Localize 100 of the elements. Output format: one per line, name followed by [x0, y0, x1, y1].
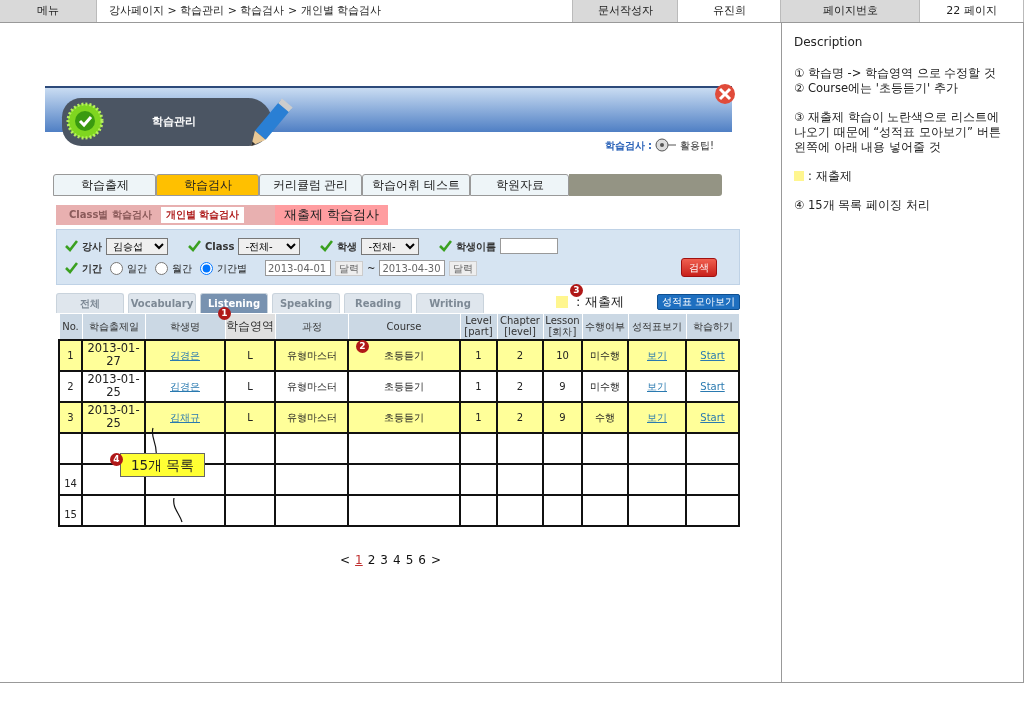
- annotation-marker: 3: [570, 284, 583, 297]
- description-note: ② Course에는 '초등듣기' 추가: [794, 81, 959, 96]
- table-cell: 1: [59, 339, 82, 371]
- radio-button[interactable]: [110, 261, 123, 275]
- table-cell: 10: [543, 339, 582, 371]
- filter-select[interactable]: -전체-: [361, 237, 420, 255]
- banner-title: 학습관리: [152, 113, 196, 130]
- collect-report-button[interactable]: 성적표 모아보기: [656, 294, 740, 310]
- column-header: Chapter [level]: [497, 313, 543, 340]
- table-cell: 1: [460, 370, 497, 402]
- column-header: 수행여부: [582, 313, 628, 340]
- student-link[interactable]: 김경은: [170, 380, 200, 392]
- table-cell: 유형마스터: [275, 370, 348, 402]
- sub-tab[interactable]: 개인별 학습검사: [160, 207, 245, 223]
- menu-tab[interactable]: 학습어휘 테스트: [362, 174, 470, 196]
- filter-select[interactable]: -전체-: [238, 237, 301, 255]
- breadcrumb: 강사페이지 > 학습관리 > 학습검사 > 개인별 학습검사: [109, 2, 382, 19]
- description-note: ④ 15개 목록 페이징 처리: [794, 198, 931, 213]
- filter-label: 학생: [337, 239, 358, 254]
- report-link[interactable]: 보기: [647, 380, 667, 392]
- range-separator: ~: [367, 261, 376, 276]
- search-button[interactable]: 검색: [681, 258, 717, 277]
- menu-tab[interactable]: 커리큘럼 관리: [259, 174, 362, 196]
- page-label: 페이지번호: [822, 2, 878, 19]
- help-label: 학습검사 :: [604, 138, 652, 153]
- date-input[interactable]: 2013-04-30: [379, 260, 446, 276]
- table-cell: 2013-01-25: [82, 401, 145, 433]
- table-cell: 초등듣기: [348, 370, 460, 402]
- table-cell: 3: [59, 401, 82, 433]
- start-link[interactable]: Start: [700, 349, 725, 361]
- report-link[interactable]: 보기: [647, 349, 667, 361]
- author-label: 문서작성자: [597, 2, 653, 19]
- check-icon: [65, 262, 78, 274]
- legend-label: : 재출제: [808, 169, 852, 183]
- table-cell: 미수행: [582, 370, 628, 402]
- table-cell: 2: [59, 370, 82, 402]
- table-cell: 유형마스터: [275, 339, 348, 371]
- row-number: 15: [59, 494, 82, 526]
- table-cell: L: [225, 370, 275, 402]
- filter-select[interactable]: 김승섭: [106, 237, 168, 255]
- option-label: 월간: [172, 261, 192, 276]
- radio-button[interactable]: [155, 261, 168, 275]
- page-link[interactable]: 4: [393, 550, 401, 569]
- check-icon: [439, 240, 453, 252]
- calendar-button[interactable]: 달력: [449, 260, 478, 276]
- page-link[interactable]: 3: [380, 550, 388, 569]
- close-button[interactable]: [715, 84, 735, 104]
- check-icon: [320, 240, 334, 252]
- option-label: 일간: [127, 261, 147, 276]
- section-title: 재출제 학습검사: [275, 205, 388, 225]
- start-link[interactable]: Start: [700, 411, 725, 423]
- page-link[interactable]: 1: [355, 550, 363, 569]
- table-cell: 2: [497, 339, 543, 371]
- sub-tab[interactable]: Class별 학습검사: [64, 207, 157, 223]
- start-link[interactable]: Start: [700, 380, 725, 392]
- table-cell: 미수행: [582, 339, 628, 371]
- report-link[interactable]: 보기: [647, 411, 667, 423]
- page-link[interactable]: 6: [418, 550, 426, 569]
- option-label: 기간별: [217, 261, 247, 276]
- name-input[interactable]: [500, 238, 559, 254]
- table-cell: 1: [460, 339, 497, 371]
- column-header: Course: [348, 313, 460, 340]
- area-tab[interactable]: 전체: [56, 293, 124, 313]
- prev-page-link[interactable]: <: [340, 550, 351, 569]
- menu-tab[interactable]: 학원자료: [470, 174, 569, 196]
- check-icon: [65, 240, 78, 252]
- description-note: ③ 재출제 학습이 노란색으로 리스트에 나오기 때문에 “성적표 모아보기” 버튼 왼쪽에 아래 내용 넣어줄 것: [794, 110, 1002, 155]
- menu-label: 메뉴: [37, 2, 59, 19]
- student-link[interactable]: 김경은: [170, 349, 200, 361]
- table-cell: L: [225, 339, 275, 371]
- table-cell: 초등듣기: [348, 401, 460, 433]
- filter-label: 기간: [82, 261, 102, 276]
- table-cell: L: [225, 401, 275, 433]
- help-link[interactable]: 활용팁!: [680, 137, 714, 153]
- column-header: 학습출제일: [82, 313, 145, 340]
- callout-note: 15개 목록: [120, 453, 206, 478]
- description-title: Description: [794, 35, 864, 50]
- check-icon: [66, 102, 104, 140]
- next-page-link[interactable]: >: [430, 550, 441, 569]
- filter-label: 강사: [82, 239, 102, 254]
- row-number: 14: [59, 463, 82, 495]
- table-cell: 9: [543, 370, 582, 402]
- filter-label: 학생이름: [456, 239, 497, 254]
- column-header: Level [part]: [460, 313, 497, 340]
- table-cell: 2013-01-25: [82, 370, 145, 402]
- description-note: ① 학습명 -> 학습영역 으로 수정할 것: [794, 66, 998, 81]
- column-header: Lesson [회차]: [543, 313, 582, 340]
- calendar-button[interactable]: 달력: [335, 260, 363, 276]
- table-cell: 2: [497, 370, 543, 402]
- radio-button[interactable]: [200, 261, 213, 275]
- check-icon: [188, 240, 201, 252]
- date-input[interactable]: 2013-04-01: [265, 260, 331, 276]
- page-link[interactable]: 2: [367, 550, 376, 569]
- page-number: 22 페이지: [946, 2, 997, 19]
- page-link[interactable]: 5: [405, 550, 414, 569]
- author-name: 유진희: [712, 2, 746, 19]
- column-header: 학습하기: [686, 313, 739, 340]
- menu-tab[interactable]: 학습출제: [53, 174, 156, 196]
- student-link[interactable]: 김채규: [170, 411, 200, 423]
- menu-tab[interactable]: 학습검사: [156, 174, 259, 196]
